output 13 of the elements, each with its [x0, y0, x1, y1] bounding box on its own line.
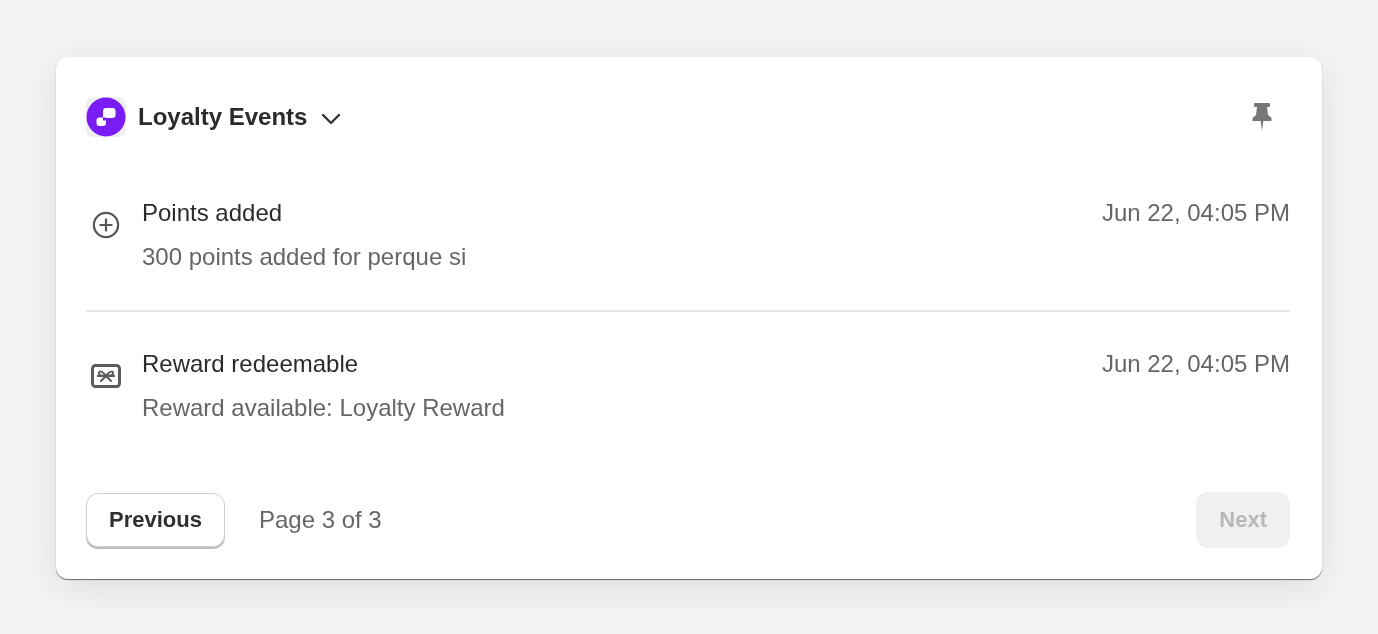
gift-card-icon	[91, 362, 121, 390]
plus-circle-icon	[91, 211, 121, 239]
logo-icon	[86, 97, 126, 137]
event-title: Reward redeemable	[142, 350, 359, 378]
event-time: Jun 22, 04:05 PM	[1101, 350, 1290, 378]
widget-title-dropdown[interactable]: Loyalty Events	[138, 102, 308, 132]
event-title: Points added	[142, 199, 283, 227]
page-indicator: Page 3 of 3	[258, 506, 382, 534]
event-description: 300 points added for perque si	[142, 243, 467, 270]
event-description: Reward available: Loyalty Reward	[142, 394, 505, 421]
previous-button[interactable]: Previous	[86, 493, 225, 547]
event-time: Jun 22, 04:05 PM	[1101, 199, 1290, 227]
chevron-down-icon[interactable]	[321, 112, 342, 125]
